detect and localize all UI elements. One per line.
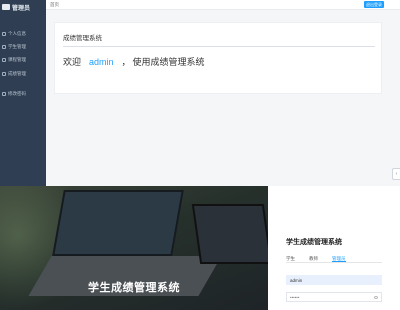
students-icon bbox=[2, 45, 6, 49]
hero-image: 学生成绩管理系统 bbox=[0, 186, 268, 310]
user-icon bbox=[2, 32, 6, 36]
logo-text: 管理员 bbox=[12, 5, 31, 12]
logo-icon bbox=[2, 4, 10, 10]
sidebar-item-label: 修改密码 bbox=[8, 91, 26, 96]
tab-admin[interactable]: 管理员 bbox=[332, 255, 346, 262]
login-form-title: 学生成绩管理系统 bbox=[286, 239, 342, 246]
book-icon bbox=[2, 58, 6, 62]
welcome-suffix: 使用成绩管理系统 bbox=[132, 57, 205, 67]
card-divider bbox=[63, 46, 375, 47]
tab-student[interactable]: 学生 bbox=[286, 255, 295, 262]
welcome-prefix: 欢迎 bbox=[63, 57, 82, 67]
side-collapse-tab[interactable]: ‹ bbox=[392, 168, 400, 180]
password-input[interactable]: •••••• bbox=[286, 292, 382, 302]
welcome-separator: ， bbox=[121, 57, 131, 67]
sidebar-item-grades[interactable]: 成绩管理 bbox=[0, 68, 46, 80]
lock-icon bbox=[2, 92, 6, 96]
sidebar-item-profile[interactable]: 个人信息 bbox=[0, 28, 46, 40]
admin-panel: 管理员 个人信息 学生管理 课程管理 成绩管理 修改密码 首页 退出登录 成绩管… bbox=[0, 0, 400, 186]
sidebar-item-students[interactable]: 学生管理 bbox=[0, 41, 46, 53]
chevron-left-icon: ‹ bbox=[395, 171, 398, 177]
role-tabs: 学生 教师 管理员 bbox=[286, 255, 382, 263]
sidebar-item-label: 学生管理 bbox=[8, 44, 26, 49]
password-value: •••••• bbox=[290, 294, 300, 300]
hero-title: 学生成绩管理系统 bbox=[88, 282, 180, 294]
welcome-message: 欢迎 admin ，使用成绩管理系统 bbox=[63, 55, 205, 68]
tab-teacher[interactable]: 教师 bbox=[309, 255, 318, 262]
laptop-screen bbox=[52, 190, 184, 256]
username-input[interactable]: admin bbox=[286, 275, 382, 285]
sidebar: 管理员 个人信息 学生管理 课程管理 成绩管理 修改密码 bbox=[0, 0, 46, 186]
logo: 管理员 bbox=[2, 2, 30, 12]
sidebar-item-label: 课程管理 bbox=[8, 57, 26, 62]
second-laptop bbox=[191, 204, 268, 264]
sidebar-item-courses[interactable]: 课程管理 bbox=[0, 54, 46, 66]
grades-icon bbox=[2, 72, 6, 76]
breadcrumb[interactable]: 首页 bbox=[50, 2, 59, 8]
sidebar-item-label: 成绩管理 bbox=[8, 71, 26, 76]
logout-button[interactable]: 退出登录 bbox=[364, 1, 384, 8]
top-bar: 首页 退出登录 bbox=[46, 0, 400, 10]
eye-icon[interactable] bbox=[374, 296, 378, 299]
login-page: 学生成绩管理系统 学生成绩管理系统 学生 教师 管理员 admin •••••• bbox=[0, 186, 400, 310]
sidebar-item-label: 个人信息 bbox=[8, 31, 26, 36]
welcome-card: 成绩管理系统 欢迎 admin ，使用成绩管理系统 bbox=[54, 22, 382, 94]
card-title: 成绩管理系统 bbox=[63, 35, 102, 42]
username: admin bbox=[89, 57, 114, 67]
sidebar-item-password[interactable]: 修改密码 bbox=[0, 88, 46, 100]
